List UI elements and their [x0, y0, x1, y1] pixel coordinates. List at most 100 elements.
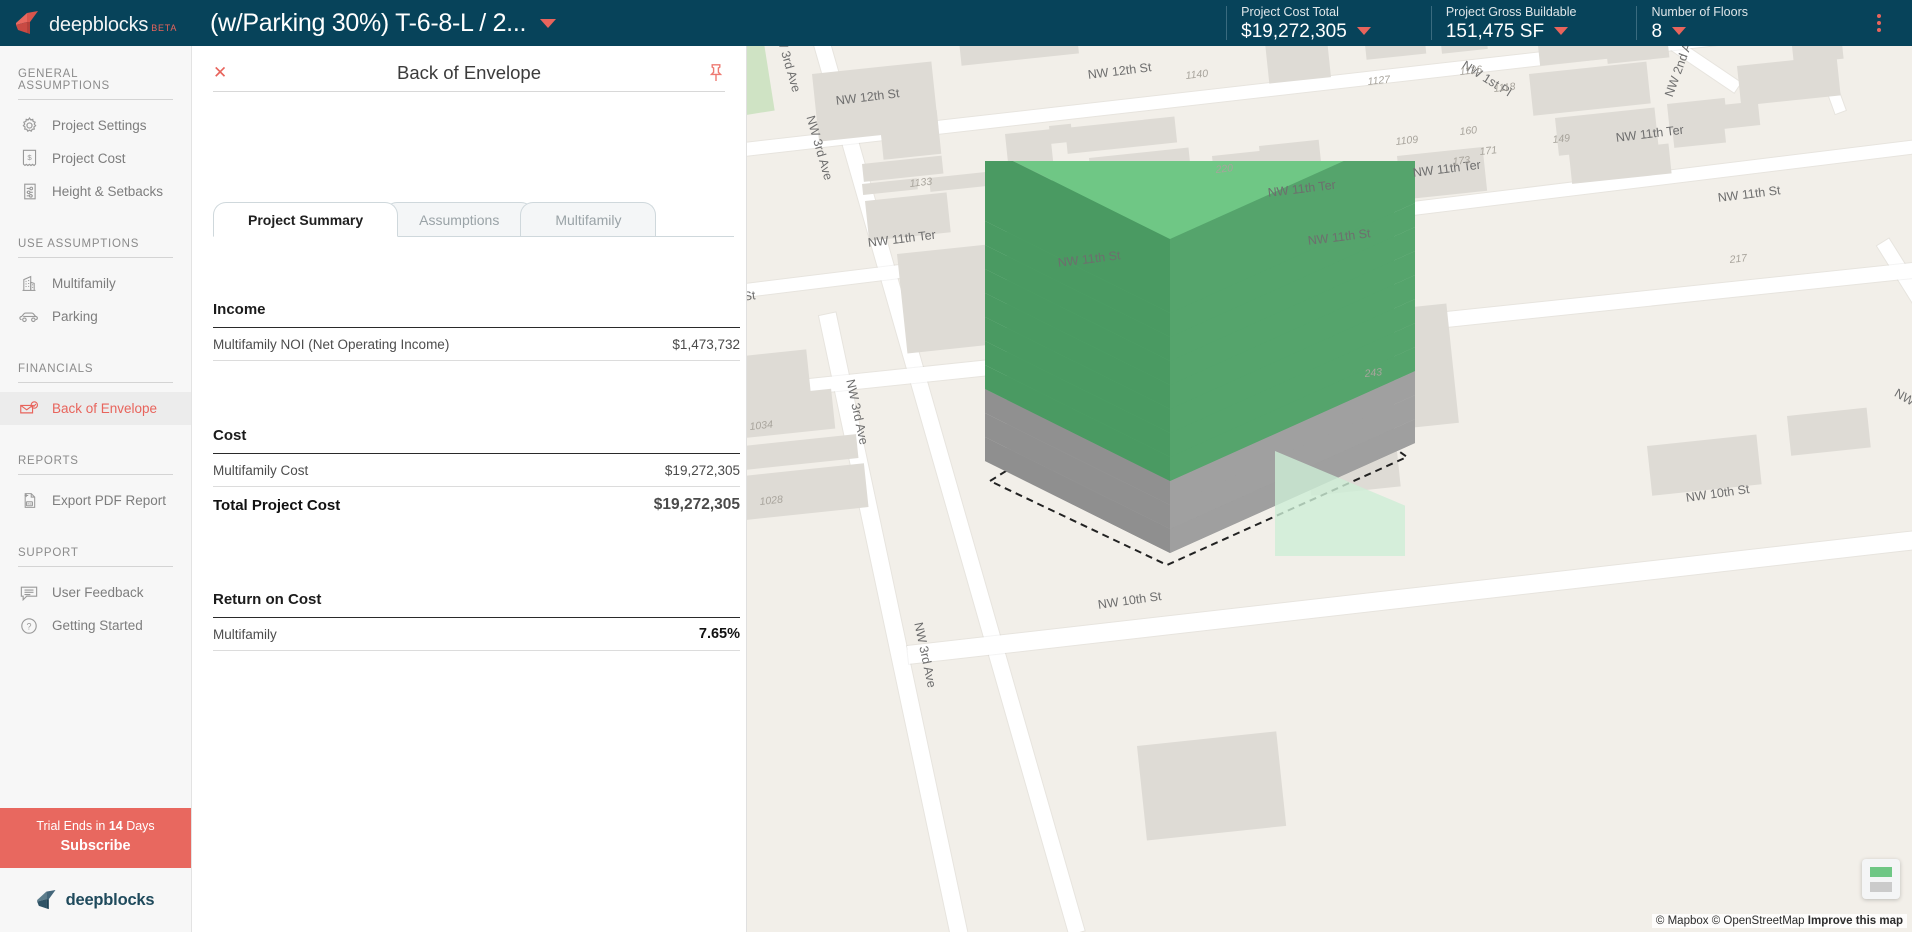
- map-layers-toggle-button[interactable]: [1862, 859, 1900, 899]
- sidebar-group-general-assumptions: GENERAL ASSUMPTIONS Project Settings $ P…: [0, 68, 191, 208]
- building-footprint: [1437, 46, 1488, 54]
- building-number-label: 1118: [1493, 80, 1516, 95]
- map-tiles: NW 3rd Ave NW 3rd Ave NW 3rd Ave NW 3rd …: [747, 46, 1912, 932]
- building-number-label: 1109: [1395, 133, 1419, 148]
- speech-bubble-icon: [18, 583, 40, 603]
- envelope-check-icon: [18, 399, 40, 419]
- deepblocks-footer-logo-icon: [36, 890, 59, 910]
- street-label: NW 10th St: [1097, 589, 1163, 612]
- section-cost: Cost Multifamily Cost $19,272,305 Total …: [213, 427, 740, 523]
- metric-label: Number of Floors: [1651, 4, 1748, 19]
- street-nw-3rd-ave-lower: [819, 312, 978, 932]
- metric-label: Project Gross Buildable: [1445, 4, 1577, 19]
- chevron-down-icon[interactable]: [1672, 27, 1687, 36]
- street-label: NW 11th St: [1717, 183, 1782, 205]
- subscribe-button[interactable]: Subscribe: [8, 836, 183, 857]
- attribution-mapbox[interactable]: © Mapbox: [1656, 915, 1709, 927]
- sidebar-group-heading: FINANCIALS: [18, 363, 173, 383]
- sidebar-item-label: User Feedback: [52, 585, 144, 600]
- svg-text:?: ?: [26, 621, 31, 631]
- sidebar-group-support: SUPPORT User Feedback ? Getting Started: [0, 547, 191, 642]
- street-label: NW 3rd Ave: [771, 46, 804, 94]
- sidebar-item-parking[interactable]: Parking: [0, 300, 191, 333]
- sidebar-item-user-feedback[interactable]: User Feedback: [0, 576, 191, 609]
- improve-this-map-link[interactable]: Improve this map: [1808, 915, 1903, 927]
- building-footprint: [1737, 55, 1841, 106]
- sidebar-group-use-assumptions: USE ASSUMPTIONS Multifamily Parking: [0, 238, 191, 333]
- pin-icon[interactable]: [707, 62, 725, 84]
- section-income: Income Multifamily NOI (Net Operating In…: [213, 301, 740, 361]
- chevron-down-icon[interactable]: [1356, 27, 1371, 36]
- street-label: NW 2nd Ave: [1892, 386, 1912, 433]
- top-metrics: Project Cost Total $19,272,305 Project G…: [1226, 0, 1912, 46]
- panel-header: ✕ Back of Envelope: [213, 54, 725, 92]
- table-row: Multifamily NOI (Net Operating Income) $…: [213, 328, 740, 361]
- sidebar-item-label: Project Settings: [52, 118, 147, 133]
- layer-swatch-green-icon: [1870, 866, 1892, 877]
- metric-project-cost-total[interactable]: Project Cost Total $19,272,305: [1226, 5, 1371, 42]
- trial-suffix: Days: [122, 819, 155, 834]
- sidebar-item-export-pdf-report[interactable]: PDF Export PDF Report: [0, 484, 191, 517]
- layer-swatch-grey-icon: [1870, 881, 1892, 892]
- brand-beta-tag: BETA: [151, 22, 178, 33]
- sidebar-item-label: Parking: [52, 309, 98, 324]
- metric-value: 151,475 SF: [1445, 20, 1545, 42]
- sidebar-item-label: Project Cost: [52, 151, 126, 166]
- close-icon[interactable]: ✕: [213, 64, 231, 81]
- row-value: 7.65%: [698, 626, 740, 642]
- tab-assumptions[interactable]: Assumptions: [384, 202, 535, 237]
- sidebar-group-heading: USE ASSUMPTIONS: [18, 238, 173, 258]
- sidebar-item-label: Back of Envelope: [52, 401, 158, 416]
- metric-number-of-floors[interactable]: Number of Floors 8: [1636, 4, 1748, 42]
- building-footprint: [1605, 46, 1670, 64]
- sidebar-item-label: Multifamily: [52, 276, 116, 291]
- building-icon: [18, 274, 40, 294]
- table-row-total: Total Project Cost $19,272,305: [213, 487, 740, 523]
- trial-subscribe-banner[interactable]: Trial Ends in 14 Days Subscribe: [0, 808, 191, 868]
- building-footprint: [865, 192, 951, 241]
- sidebar-item-project-cost[interactable]: $ Project Cost: [0, 142, 191, 175]
- sidebar-group-financials: FINANCIALS Back of Envelope: [0, 363, 191, 425]
- building-extrusion: [985, 46, 1415, 567]
- section-title: Cost: [213, 427, 247, 444]
- row-value: $1,473,732: [672, 336, 740, 352]
- sidebar-item-height-and-setbacks[interactable]: Height & Setbacks: [0, 175, 191, 208]
- panel-tabs: Project Summary Assumptions Multifamily: [213, 201, 734, 237]
- metric-project-gross-buildable[interactable]: Project Gross Buildable 151,475 SF: [1430, 4, 1577, 42]
- building-footprint: [1529, 61, 1651, 116]
- building-footprint: [1065, 116, 1178, 154]
- tab-multifamily[interactable]: Multifamily: [520, 202, 657, 237]
- row-value: $19,272,305: [653, 496, 740, 513]
- building-footprint: [879, 109, 942, 160]
- map-canvas[interactable]: NW 3rd Ave NW 3rd Ave NW 3rd Ave NW 3rd …: [747, 46, 1912, 932]
- section-return-on-cost: Return on Cost Multifamily 7.65%: [213, 591, 740, 651]
- building-number-label: 1140: [1185, 67, 1209, 82]
- table-row: Multifamily 7.65%: [213, 618, 740, 651]
- brand-logo[interactable]: deepblocks BETA: [0, 11, 182, 35]
- car-icon: [18, 307, 40, 327]
- project-title: (w/Parking 30%) T-6-8-L / 2...: [210, 8, 527, 37]
- sidebar-item-label: Getting Started: [52, 618, 143, 633]
- sidebar-item-project-settings[interactable]: Project Settings: [0, 109, 191, 142]
- building-footprint: [1787, 407, 1871, 456]
- subject-building-3d[interactable]: [975, 46, 1515, 581]
- building-footprint: [1672, 120, 1727, 148]
- street-label: NW 12th St: [1087, 60, 1153, 82]
- sidebar-item-getting-started[interactable]: ? Getting Started: [0, 609, 191, 642]
- attribution-osm[interactable]: © OpenStreetMap: [1712, 915, 1805, 927]
- sidebar-footer-brand: deepblocks: [0, 868, 191, 932]
- project-summary-content: Income Multifamily NOI (Net Operating In…: [213, 301, 740, 651]
- tab-project-summary[interactable]: Project Summary: [213, 202, 399, 237]
- chevron-down-icon[interactable]: [1554, 27, 1569, 36]
- sidebar-item-multifamily[interactable]: Multifamily: [0, 267, 191, 300]
- building-footprint: [1362, 46, 1427, 60]
- building-number-label: 160: [1459, 124, 1478, 138]
- project-title-selector[interactable]: (w/Parking 30%) T-6-8-L / 2...: [210, 8, 557, 38]
- sidebar-item-back-of-envelope[interactable]: Back of Envelope: [0, 392, 191, 425]
- sidebar: GENERAL ASSUMPTIONS Project Settings $ P…: [0, 46, 192, 932]
- chevron-down-icon[interactable]: [540, 18, 557, 28]
- overflow-menu-icon[interactable]: [1856, 14, 1902, 32]
- row-label: Multifamily Cost: [213, 462, 309, 478]
- metric-value: $19,272,305: [1241, 20, 1347, 42]
- metric-value: 8: [1651, 20, 1663, 42]
